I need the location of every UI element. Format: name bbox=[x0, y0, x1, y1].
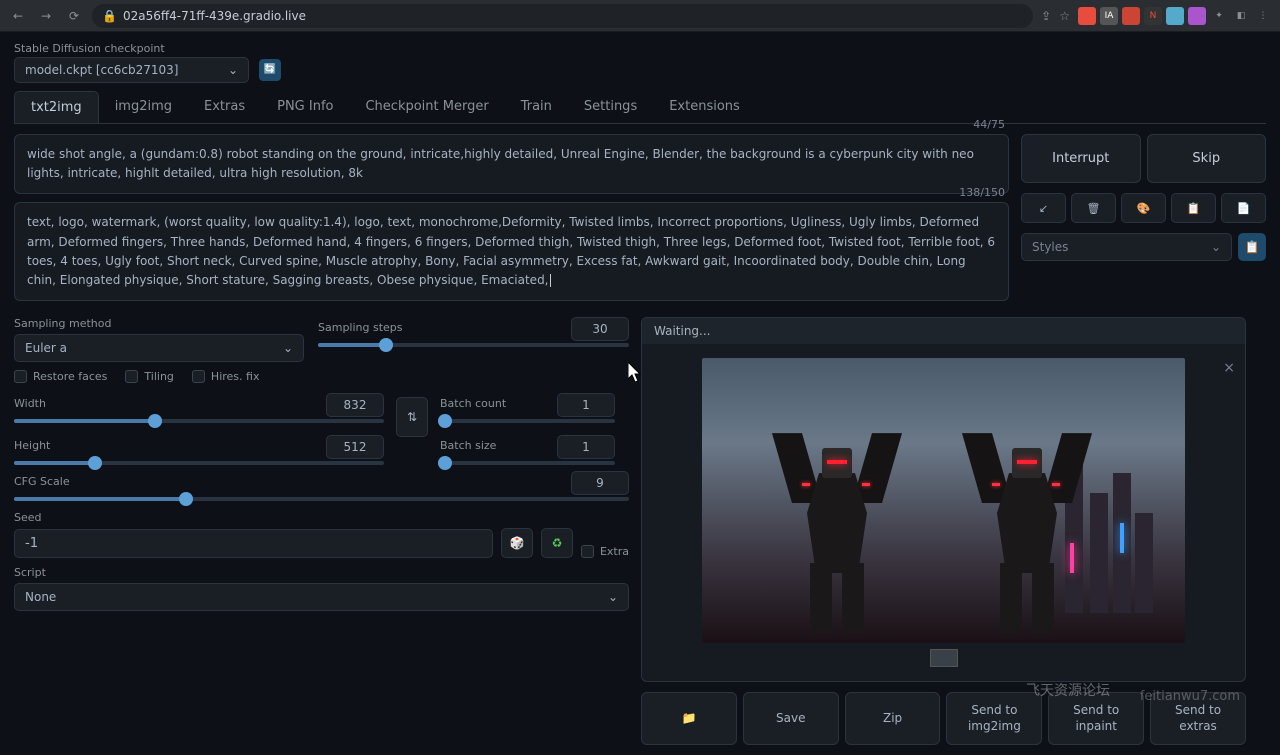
restore-faces-check[interactable]: Restore faces bbox=[14, 370, 107, 383]
sampling-steps-input[interactable] bbox=[571, 317, 629, 341]
cfg-slider[interactable] bbox=[14, 497, 629, 501]
chevron-down-icon: ⌄ bbox=[283, 341, 293, 355]
star-icon[interactable]: ☆ bbox=[1059, 9, 1070, 23]
cfg-input[interactable] bbox=[571, 471, 629, 495]
tab-extras[interactable]: Extras bbox=[188, 91, 261, 123]
main-tabs: txt2img img2img Extras PNG Info Checkpoi… bbox=[14, 91, 1266, 124]
tool-palette-button[interactable]: 🎨 bbox=[1121, 193, 1166, 223]
chevron-down-icon: ⌄ bbox=[1211, 240, 1221, 254]
width-input[interactable] bbox=[326, 393, 384, 417]
chevron-down-icon: ⌄ bbox=[608, 590, 618, 604]
back-button[interactable]: ← bbox=[8, 6, 28, 26]
sampling-steps-label: Sampling steps bbox=[318, 321, 403, 334]
tool-arrow-button[interactable]: ↙ bbox=[1021, 193, 1066, 223]
reload-button[interactable]: ⟳ bbox=[64, 6, 84, 26]
height-input[interactable] bbox=[326, 435, 384, 459]
checkpoint-select[interactable]: model.ckpt [cc6cb27103] ⌄ bbox=[14, 57, 249, 83]
negative-prompt-input[interactable]: text, logo, watermark, (worst quality, l… bbox=[14, 202, 1009, 301]
sampling-method-select[interactable]: Euler a ⌄ bbox=[14, 334, 304, 362]
batch-size-input[interactable] bbox=[557, 435, 615, 459]
panel-icon[interactable]: ◧ bbox=[1232, 7, 1250, 25]
url-text: 02a56ff4-71ff-439e.gradio.live bbox=[123, 9, 306, 23]
hires-fix-check[interactable]: Hires. fix bbox=[192, 370, 260, 383]
tool-file-button[interactable]: 📄 bbox=[1221, 193, 1266, 223]
ext-icon-6[interactable] bbox=[1188, 7, 1206, 25]
styles-select[interactable]: Styles ⌄ bbox=[1021, 233, 1232, 261]
cfg-label: CFG Scale bbox=[14, 475, 70, 488]
puzzle-icon[interactable]: ✦ bbox=[1210, 7, 1228, 25]
tiling-check[interactable]: Tiling bbox=[125, 370, 174, 383]
send-inpaint-button[interactable]: Send to inpaint bbox=[1048, 692, 1144, 745]
tab-img2img[interactable]: img2img bbox=[99, 91, 188, 123]
preview-status: Waiting... bbox=[642, 318, 1245, 344]
save-button[interactable]: Save bbox=[743, 692, 839, 745]
seed-reuse-button[interactable]: ♻ bbox=[541, 528, 573, 558]
batch-count-slider[interactable] bbox=[440, 419, 615, 423]
batch-count-label: Batch count bbox=[440, 397, 506, 410]
tab-train[interactable]: Train bbox=[505, 91, 568, 123]
tool-clipboard-button[interactable]: 📋 bbox=[1171, 193, 1216, 223]
extension-icons: IA N ✦ ◧ ⋮ bbox=[1078, 7, 1272, 25]
script-label: Script bbox=[14, 566, 629, 579]
ext-icon-5[interactable] bbox=[1166, 7, 1184, 25]
browser-chrome: ← → ⟳ 🔒 02a56ff4-71ff-439e.gradio.live ⇪… bbox=[0, 0, 1280, 32]
tool-trash-button[interactable]: 🗑 bbox=[1071, 193, 1116, 223]
ext-icon-3[interactable] bbox=[1122, 7, 1140, 25]
send-extras-button[interactable]: Send to extras bbox=[1150, 692, 1246, 745]
height-slider[interactable] bbox=[14, 461, 384, 465]
lock-icon: 🔒 bbox=[102, 9, 117, 23]
ext-icon-n[interactable]: N bbox=[1144, 7, 1162, 25]
forward-button[interactable]: → bbox=[36, 6, 56, 26]
height-label: Height bbox=[14, 439, 50, 452]
batch-size-slider[interactable] bbox=[440, 461, 615, 465]
checkpoint-value: model.ckpt [cc6cb27103] bbox=[25, 63, 178, 77]
prompt-counter: 44/75 bbox=[973, 118, 1005, 131]
width-label: Width bbox=[14, 397, 46, 410]
close-icon[interactable]: × bbox=[1223, 360, 1235, 376]
open-folder-button[interactable]: 📁 bbox=[641, 692, 737, 745]
seed-extra-check[interactable]: Extra bbox=[581, 545, 629, 558]
sampling-method-value: Euler a bbox=[25, 341, 67, 355]
seed-label: Seed bbox=[14, 511, 629, 524]
seed-input[interactable] bbox=[14, 529, 493, 558]
tab-pnginfo[interactable]: PNG Info bbox=[261, 91, 349, 123]
tab-settings[interactable]: Settings bbox=[568, 91, 653, 123]
batch-count-input[interactable] bbox=[557, 393, 615, 417]
ext-icon-1[interactable] bbox=[1078, 7, 1096, 25]
chevron-down-icon: ⌄ bbox=[228, 63, 238, 77]
checkpoint-label: Stable Diffusion checkpoint bbox=[14, 42, 249, 55]
ext-icon-ia[interactable]: IA bbox=[1100, 7, 1118, 25]
width-slider[interactable] bbox=[14, 419, 384, 423]
menu-icon[interactable]: ⋮ bbox=[1254, 7, 1272, 25]
refresh-checkpoint-button[interactable]: 🔄 bbox=[259, 59, 281, 81]
send-img2img-button[interactable]: Send to img2img bbox=[946, 692, 1042, 745]
tab-txt2img[interactable]: txt2img bbox=[14, 91, 99, 123]
skip-button[interactable]: Skip bbox=[1147, 134, 1267, 183]
interrupt-button[interactable]: Interrupt bbox=[1021, 134, 1141, 183]
prompt-text: wide shot angle, a (gundam:0.8) robot st… bbox=[27, 147, 974, 180]
negative-prompt-text: text, logo, watermark, (worst quality, l… bbox=[27, 215, 995, 287]
styles-apply-button[interactable]: 📋 bbox=[1238, 233, 1266, 261]
styles-label: Styles bbox=[1032, 240, 1068, 254]
thumbnail-strip bbox=[702, 643, 1185, 673]
batch-size-label: Batch size bbox=[440, 439, 496, 452]
watermark-1: 飞天资源论坛 bbox=[1026, 680, 1110, 700]
share-icon[interactable]: ⇪ bbox=[1041, 9, 1051, 23]
swap-dimensions-button[interactable]: ⇅ bbox=[396, 397, 428, 437]
preview-image[interactable] bbox=[702, 358, 1185, 643]
negative-counter: 138/150 bbox=[959, 186, 1005, 199]
script-value: None bbox=[25, 590, 56, 604]
preview-panel: Waiting... × bbox=[641, 317, 1246, 682]
sampling-steps-slider[interactable] bbox=[318, 343, 629, 347]
script-select[interactable]: None ⌄ bbox=[14, 583, 629, 611]
seed-random-button[interactable]: 🎲 bbox=[501, 528, 533, 558]
sampling-method-label: Sampling method bbox=[14, 317, 304, 330]
thumbnail[interactable] bbox=[930, 649, 958, 667]
checkpoint-block: Stable Diffusion checkpoint model.ckpt [… bbox=[14, 42, 249, 83]
tab-extensions[interactable]: Extensions bbox=[653, 91, 756, 123]
prompt-input[interactable]: wide shot angle, a (gundam:0.8) robot st… bbox=[14, 134, 1009, 194]
zip-button[interactable]: Zip bbox=[845, 692, 941, 745]
tab-checkpoint-merger[interactable]: Checkpoint Merger bbox=[349, 91, 504, 123]
url-bar[interactable]: 🔒 02a56ff4-71ff-439e.gradio.live bbox=[92, 4, 1033, 28]
